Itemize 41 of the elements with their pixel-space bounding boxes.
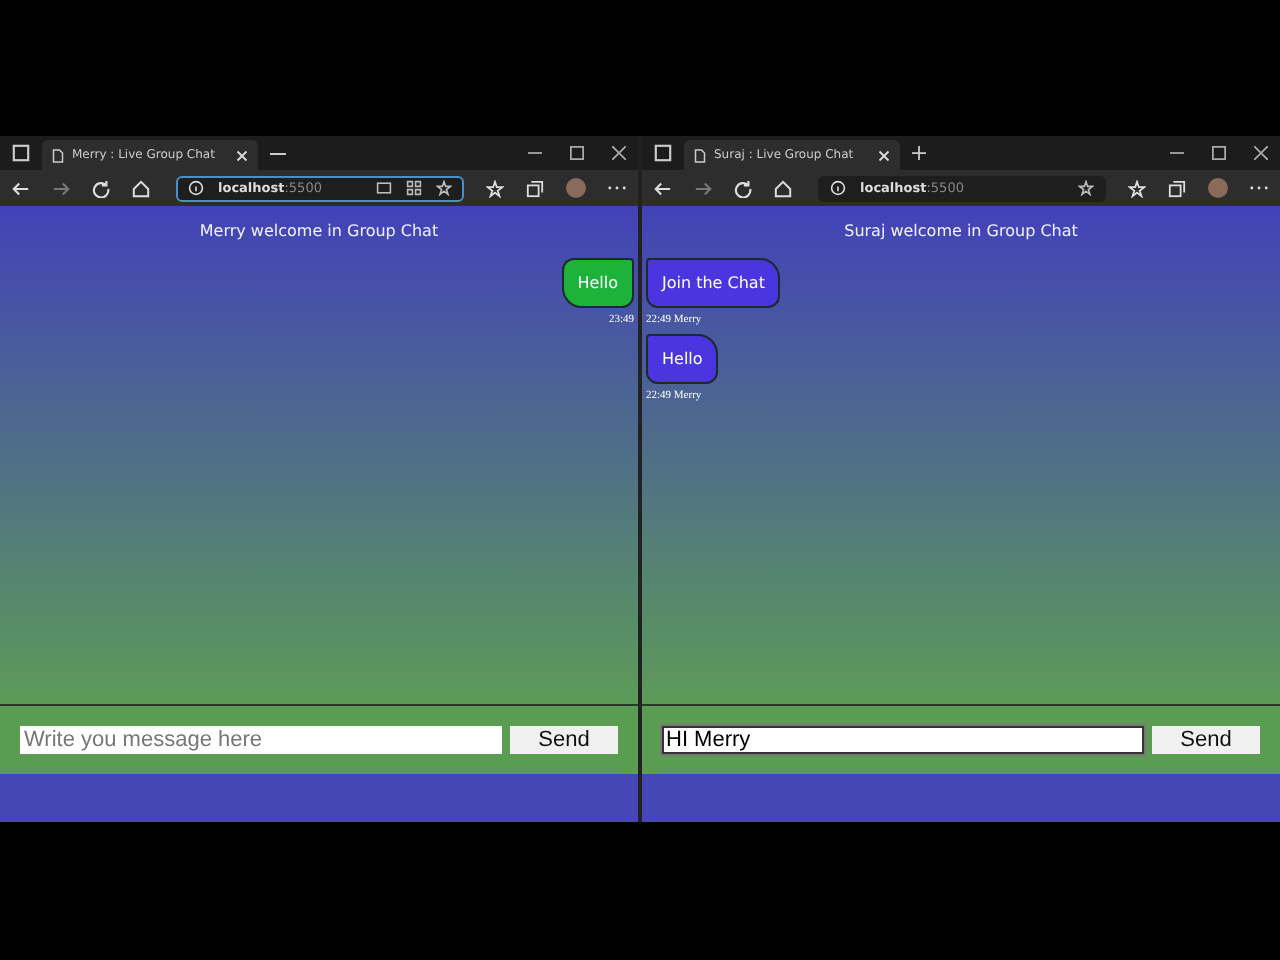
close-icon[interactable] xyxy=(1254,146,1268,160)
minimize-icon[interactable] xyxy=(1170,146,1184,160)
collections-icon[interactable] xyxy=(526,179,544,197)
maximize-icon[interactable] xyxy=(1212,146,1226,160)
reload-icon[interactable] xyxy=(734,179,752,197)
favorites-icon[interactable] xyxy=(1128,179,1146,197)
message-bubble: Hello xyxy=(561,258,634,308)
favorites-icon[interactable] xyxy=(486,179,504,197)
home-icon[interactable] xyxy=(132,179,150,197)
dash-icon[interactable] xyxy=(270,151,286,155)
send-button[interactable]: Send xyxy=(1152,726,1260,754)
info-icon xyxy=(188,180,204,196)
chat-heading: Suraj welcome in Group Chat xyxy=(842,222,1080,240)
back-icon[interactable] xyxy=(654,179,672,197)
chat-heading: Merry welcome in Group Chat xyxy=(197,222,441,240)
send-button[interactable]: Send xyxy=(510,726,618,754)
avatar-circle[interactable] xyxy=(1208,178,1228,198)
message-input[interactable]: Write you message here xyxy=(20,726,502,754)
page-icon xyxy=(694,147,706,163)
close-icon[interactable] xyxy=(612,146,626,160)
screen-icon[interactable] xyxy=(376,180,392,196)
back-icon[interactable] xyxy=(12,179,30,197)
grid-icon[interactable] xyxy=(406,180,422,196)
avatar-circle[interactable] xyxy=(566,178,586,198)
message-input[interactable]: HI Merry xyxy=(662,726,1144,754)
message-bubble: Hello xyxy=(646,334,719,384)
forward-icon[interactable] xyxy=(52,179,70,197)
star-plus-icon[interactable] xyxy=(436,180,452,196)
home-icon[interactable] xyxy=(774,179,792,197)
star-plus-icon[interactable] xyxy=(1078,180,1094,196)
page-icon xyxy=(52,147,64,163)
maximize-icon[interactable] xyxy=(570,146,584,160)
minimize-icon[interactable] xyxy=(528,146,542,160)
collections-icon[interactable] xyxy=(1168,179,1186,197)
message-bubble: Join the Chat xyxy=(646,258,781,308)
tab-actions-icon[interactable] xyxy=(12,144,30,162)
info-icon xyxy=(830,180,846,196)
new-tab-icon[interactable] xyxy=(912,146,926,160)
forward-icon[interactable] xyxy=(694,179,712,197)
reload-icon[interactable] xyxy=(92,179,110,197)
tab-actions-icon[interactable] xyxy=(654,144,672,162)
